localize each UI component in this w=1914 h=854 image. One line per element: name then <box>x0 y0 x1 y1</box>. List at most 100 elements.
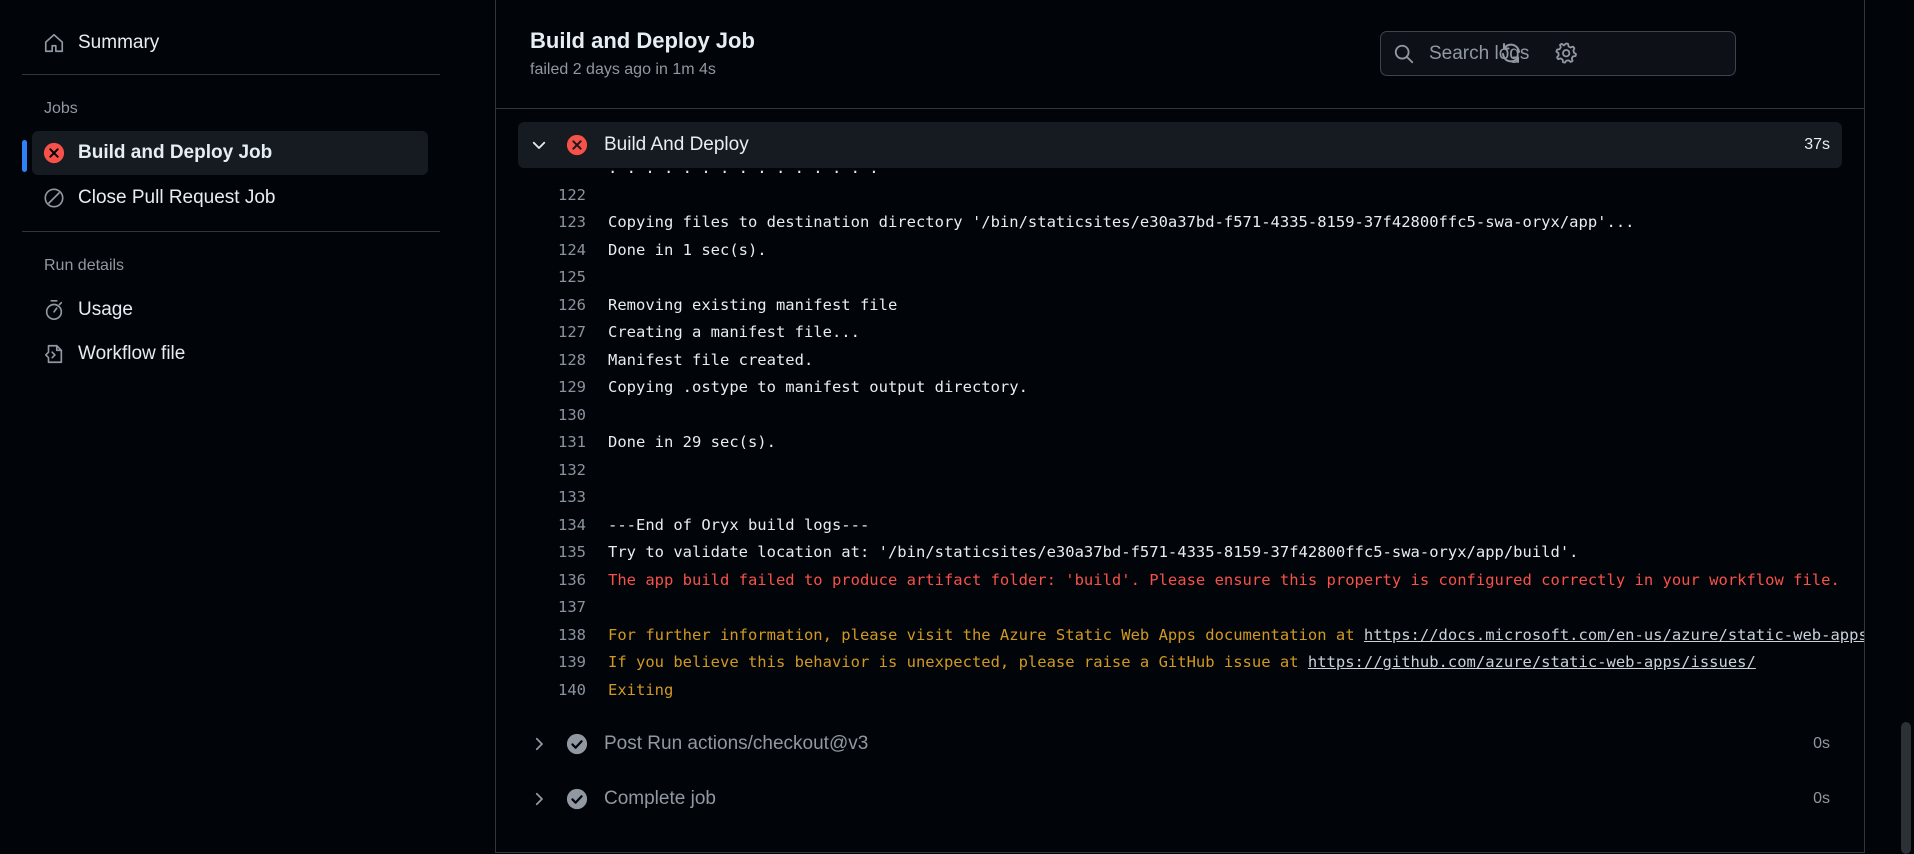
step-duration: 0s <box>1813 735 1830 752</box>
failed-x-icon <box>42 141 66 165</box>
log-line: 126 Removing existing manifest file <box>496 291 897 318</box>
sidebar-item-label: Usage <box>78 299 133 320</box>
log-line-partial: . . . . . . . . . . . . . . . <box>496 168 879 181</box>
step-name: Build And Deploy <box>604 134 749 155</box>
step-complete-job[interactable]: Complete job 0s <box>518 776 1842 822</box>
step-build-and-deploy[interactable]: Build And Deploy 37s <box>518 122 1842 168</box>
log-line: 137 <box>496 594 608 621</box>
run-details-heading: Run details <box>44 257 125 274</box>
line-number[interactable]: 140 <box>496 681 586 699</box>
log-line: 135 Try to validate location at: '/bin/st… <box>496 539 1579 566</box>
settings-button[interactable] <box>1553 42 1579 68</box>
log-line: 131 Done in 29 sec(s). <box>496 429 776 456</box>
gear-icon <box>1554 41 1578 70</box>
line-text: . . . . . . . . . . . . . . . <box>608 168 879 177</box>
chevron-right-icon <box>530 735 550 753</box>
line-number[interactable]: 135 <box>496 543 586 561</box>
header-divider <box>496 108 1864 109</box>
line-text-content: Done in 1 sec(s). <box>608 240 767 259</box>
line-number[interactable]: 134 <box>496 516 586 534</box>
line-number[interactable]: 138 <box>496 626 586 644</box>
line-text-content: Exiting <box>608 680 674 699</box>
line-number[interactable]: 129 <box>496 378 586 396</box>
sidebar-item-label: Workflow file <box>78 343 186 364</box>
refresh-button[interactable] <box>1498 42 1524 68</box>
log-line: 122 <box>496 181 608 208</box>
jobs-heading: Jobs <box>44 100 78 117</box>
sidebar-item-usage[interactable]: Usage <box>32 288 428 332</box>
line-number[interactable]: 131 <box>496 433 586 451</box>
line-text-content: Try to validate location at: '/bin/stati… <box>608 543 1579 561</box>
step-duration: 0s <box>1813 790 1830 807</box>
line-number[interactable]: 130 <box>496 406 586 424</box>
sidebar-item-close-pr-job[interactable]: Close Pull Request Job <box>32 176 428 220</box>
check-circle-icon <box>566 787 590 811</box>
file-code-icon <box>42 342 66 366</box>
sidebar-item-summary[interactable]: Summary <box>32 21 428 65</box>
log-line: 123 Copying files to destination director… <box>496 209 1635 236</box>
sidebar-item-label: Summary <box>78 32 160 53</box>
line-number[interactable]: 122 <box>496 186 586 204</box>
line-text: Try to validate location at: '/bin/stati… <box>608 543 1579 561</box>
line-number[interactable]: 132 <box>496 461 586 479</box>
line-text-content: Copying files to destination directory '… <box>608 213 1635 231</box>
chevron-down-icon <box>530 136 550 154</box>
line-text-content: Manifest file created. <box>608 350 814 369</box>
step-duration: 37s <box>1804 136 1830 153</box>
log-line: 124 Done in 1 sec(s). <box>496 236 767 263</box>
line-number[interactable]: 125 <box>496 268 586 286</box>
step-name: Complete job <box>604 788 716 809</box>
log-line: 136 The app build failed to produce artif… <box>496 566 1840 593</box>
line-text-content: Copying .ostype to manifest output direc… <box>608 378 1028 396</box>
scrollbar-thumb[interactable] <box>1901 722 1911 854</box>
line-text-content: Creating a manifest file... <box>608 323 860 341</box>
log-link[interactable]: https://github.com/azure/static-web-apps… <box>1308 653 1756 671</box>
line-text: For further information, please visit th… <box>608 626 1864 644</box>
line-text-content: For further information, please visit th… <box>608 625 1364 644</box>
line-text: Copying .ostype to manifest output direc… <box>608 378 1028 396</box>
line-text: Manifest file created. <box>608 351 813 369</box>
line-text-content: ---End of Oryx build logs--- <box>608 515 870 534</box>
line-text: The app build failed to produce artifact… <box>608 571 1840 589</box>
line-number[interactable]: 133 <box>496 488 586 506</box>
line-text-content: If you believe this behavior is unexpect… <box>608 653 1308 671</box>
log-line: 134 ---End of Oryx build logs--- <box>496 511 869 538</box>
search-icon <box>1393 42 1417 66</box>
line-number[interactable]: 127 <box>496 323 586 341</box>
line-text-content: Done in 29 sec(s). <box>608 433 776 451</box>
line-text-content: The app build failed to produce artifact… <box>608 570 1840 589</box>
line-number[interactable]: 123 <box>496 213 586 231</box>
check-circle-icon <box>566 732 590 756</box>
sidebar-divider <box>22 231 440 232</box>
log-line: 133 <box>496 484 608 511</box>
log-line: 139 If you believe this behavior is unexp… <box>496 649 1756 676</box>
chevron-right-icon <box>530 790 550 808</box>
log-line: 127 Creating a manifest file... <box>496 319 860 346</box>
line-number[interactable]: 124 <box>496 241 586 259</box>
line-number[interactable]: 136 <box>496 571 586 589</box>
line-number[interactable]: 126 <box>496 296 586 314</box>
line-text: Exiting <box>608 681 673 699</box>
log-output: . . . . . . . . . . . . . . . 122 123 Copy… <box>496 168 1864 706</box>
log-link[interactable]: https://docs.microsoft.com/en-us/azure/s… <box>1364 626 1864 644</box>
refresh-icon <box>1499 41 1523 70</box>
skipped-icon <box>42 186 66 210</box>
log-line: 129 Copying .ostype to manifest output di… <box>496 374 1028 401</box>
line-number[interactable]: 139 <box>496 653 586 671</box>
log-line: 132 <box>496 456 608 483</box>
job-status-text: failed 2 days ago in 1m 4s <box>530 61 716 78</box>
sidebar-item-build-deploy-job[interactable]: Build and Deploy Job <box>32 131 428 175</box>
line-text: Removing existing manifest file <box>608 296 897 314</box>
sidebar-item-label: Build and Deploy Job <box>78 142 273 163</box>
line-number[interactable]: 137 <box>496 598 586 616</box>
step-post-run-checkout[interactable]: Post Run actions/checkout@v3 0s <box>518 721 1842 767</box>
line-text: Done in 1 sec(s). <box>608 241 767 259</box>
log-line: 128 Manifest file created. <box>496 346 813 373</box>
line-number[interactable]: 128 <box>496 351 586 369</box>
log-line: 138 For further information, please visit… <box>496 621 1864 648</box>
line-text: ---End of Oryx build logs--- <box>608 516 869 534</box>
log-line: 140 Exiting <box>496 676 673 703</box>
line-text: Done in 29 sec(s). <box>608 433 776 451</box>
stopwatch-icon <box>42 298 66 322</box>
sidebar-item-workflow-file[interactable]: Workflow file <box>32 332 428 376</box>
